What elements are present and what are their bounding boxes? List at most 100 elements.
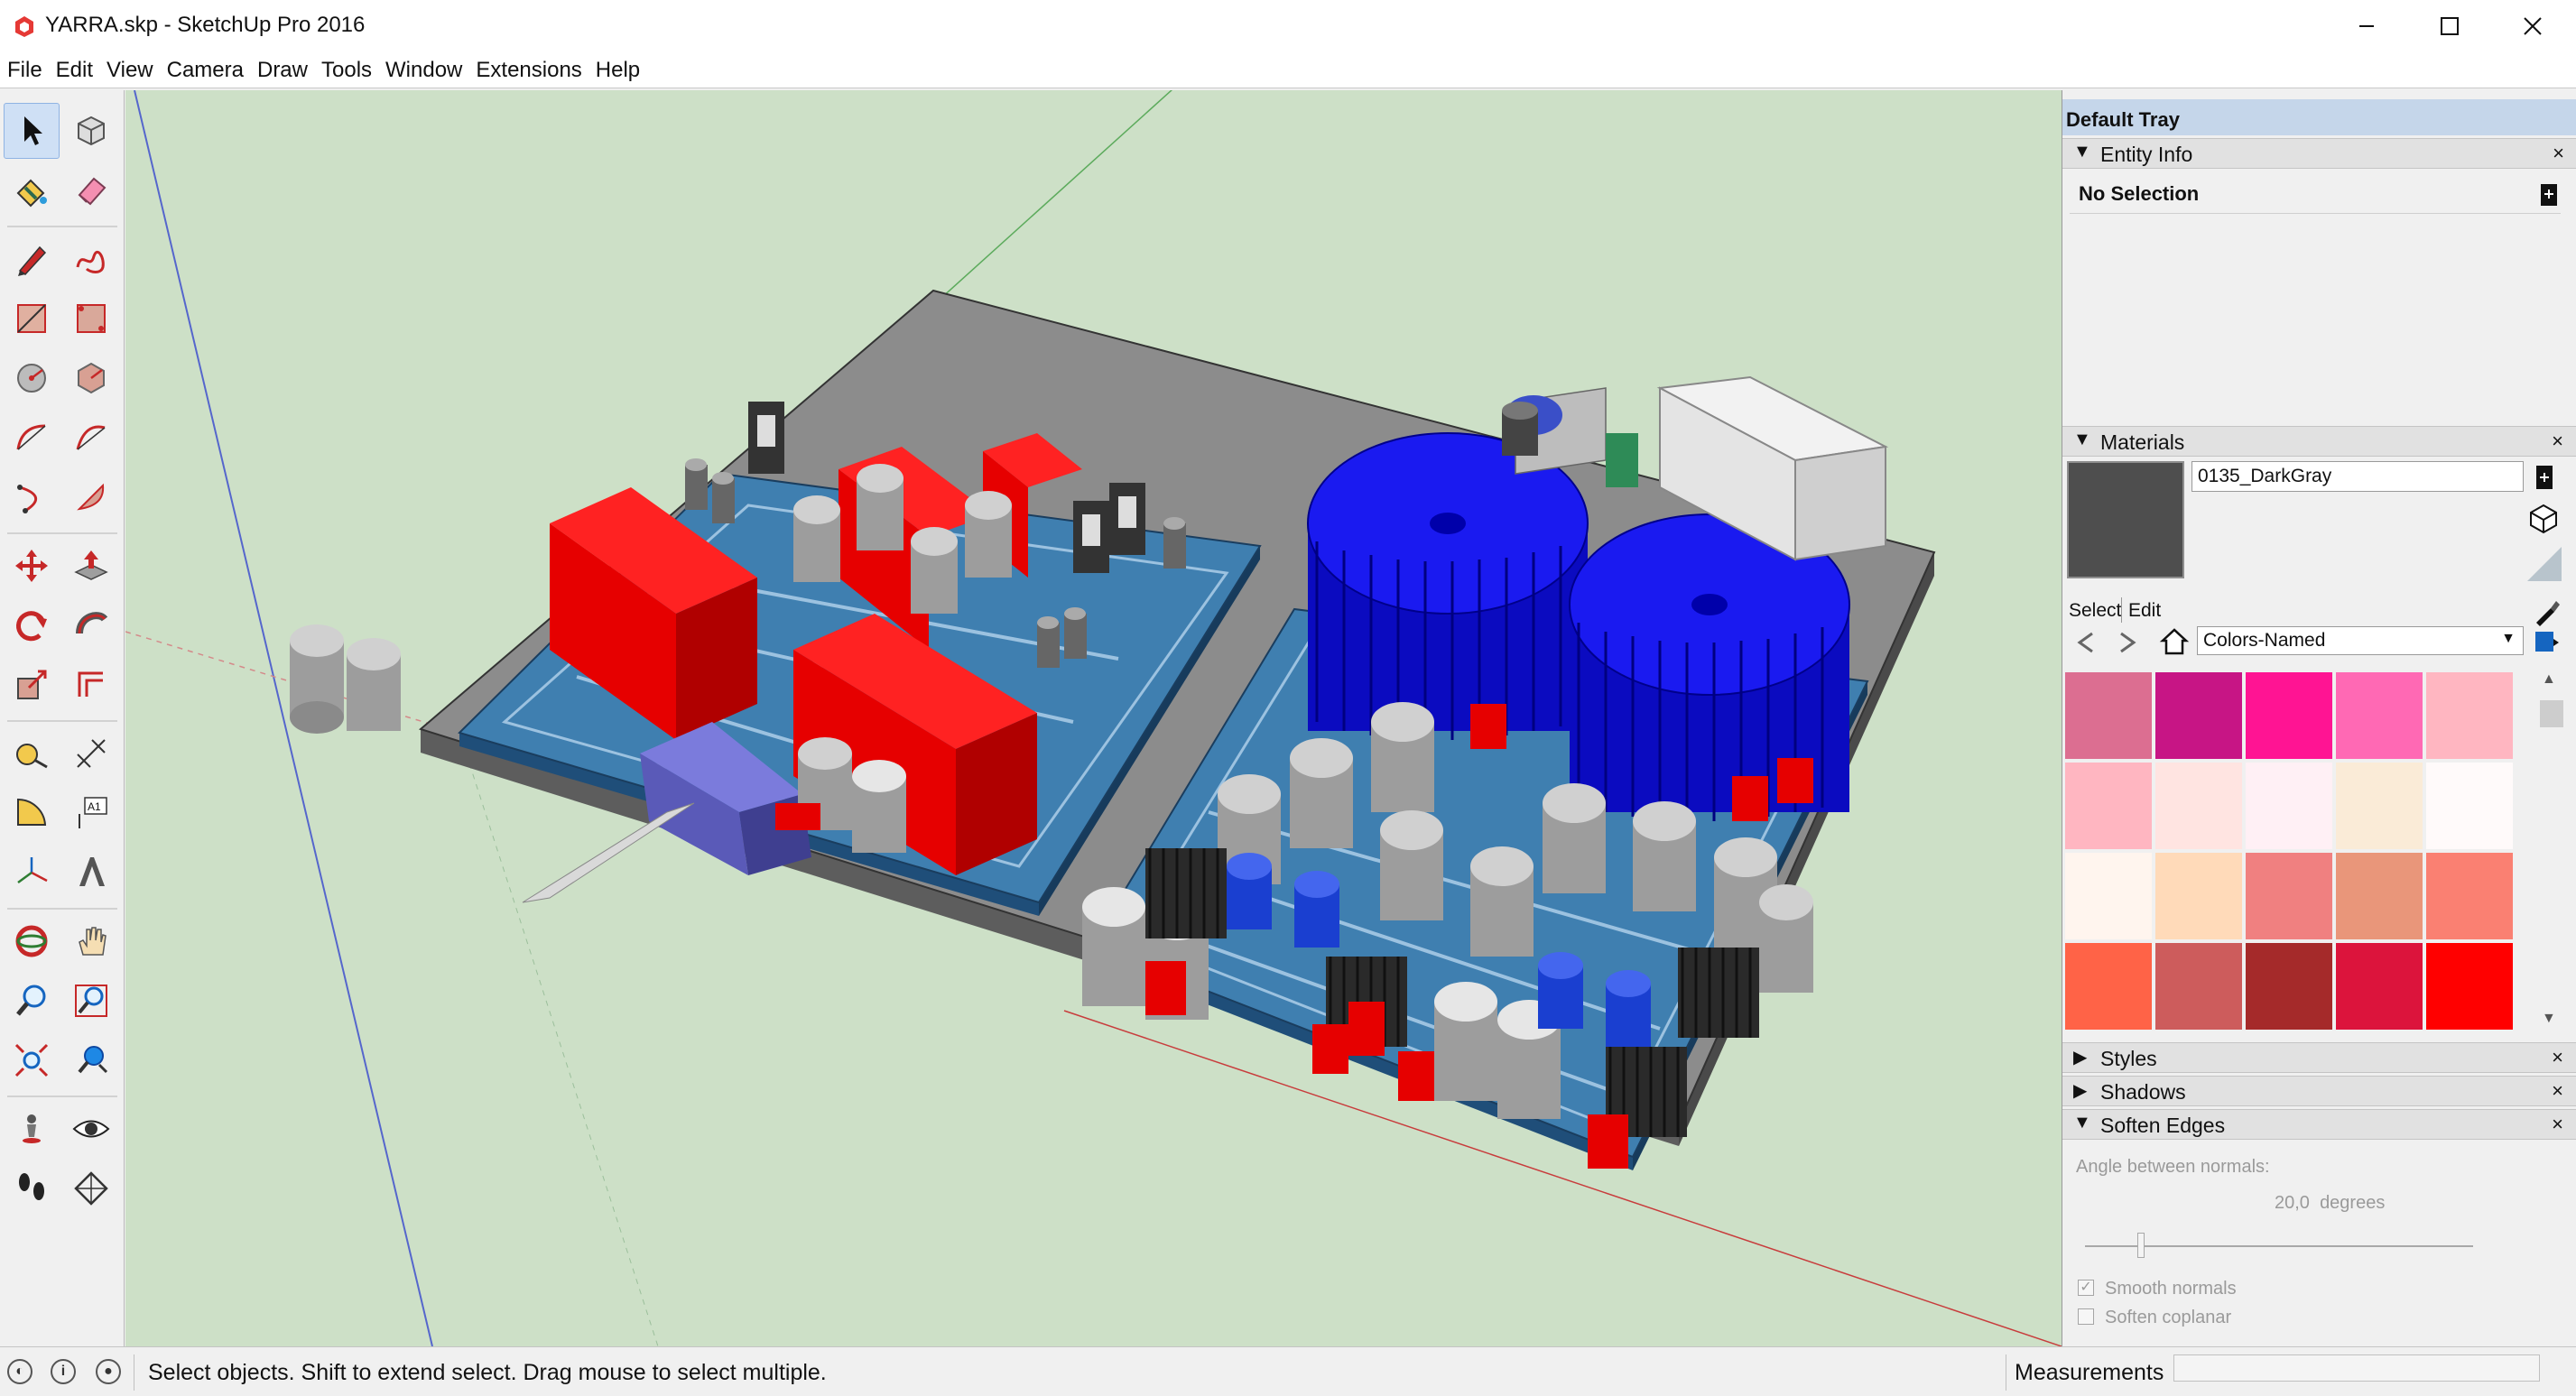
select-tool[interactable] [4, 103, 60, 159]
create-material-icon[interactable] [2534, 464, 2554, 491]
close-panel-icon[interactable]: × [2552, 1079, 2563, 1103]
maximize-button[interactable] [2408, 0, 2491, 52]
soften-edges-header[interactable]: ▼ Soften Edges × [2062, 1109, 2576, 1140]
zoom-window-tool[interactable] [63, 973, 119, 1029]
toggle-details-icon[interactable] [2539, 182, 2559, 208]
color-swatch[interactable] [2065, 672, 2152, 759]
pan-tool[interactable] [63, 913, 119, 969]
close-button[interactable] [2491, 0, 2574, 52]
close-panel-icon[interactable]: × [2552, 430, 2563, 453]
materials-header[interactable]: ▼ Materials × [2062, 426, 2576, 457]
geo-location-icon[interactable]: ◐ [7, 1359, 32, 1384]
color-swatch[interactable] [2426, 763, 2513, 849]
zoom-tool[interactable] [4, 973, 60, 1029]
follow-me-tool[interactable] [63, 597, 119, 653]
color-swatch[interactable] [2246, 672, 2332, 759]
close-panel-icon[interactable]: × [2552, 1113, 2563, 1136]
credits-info-icon[interactable]: i [51, 1359, 76, 1384]
protractor-tool[interactable] [4, 785, 60, 841]
menu-window[interactable]: Window [385, 58, 462, 83]
library-dropdown[interactable]: Colors-Named ▼ [2197, 626, 2524, 655]
color-swatch[interactable] [2065, 853, 2152, 939]
menu-camera[interactable]: Camera [167, 58, 244, 83]
offset-tool[interactable] [63, 657, 119, 713]
material-name-field[interactable]: 0135_DarkGray [2191, 461, 2524, 492]
close-panel-icon[interactable]: × [2553, 142, 2564, 165]
color-swatch[interactable] [2065, 943, 2152, 1030]
model-viewport[interactable] [125, 90, 2062, 1346]
make-component-tool[interactable] [63, 103, 119, 159]
smooth-normals-checkbox[interactable]: ✓ [2078, 1280, 2094, 1296]
menu-draw[interactable]: Draw [257, 58, 308, 83]
three-point-arc-tool[interactable] [4, 469, 60, 525]
color-swatch[interactable] [2065, 763, 2152, 849]
color-swatch[interactable] [2426, 943, 2513, 1030]
freehand-tool[interactable] [63, 231, 119, 287]
close-panel-icon[interactable]: × [2552, 1046, 2563, 1069]
eyedropper-icon[interactable] [2531, 596, 2562, 626]
home-icon[interactable] [2159, 626, 2190, 657]
color-swatch[interactable] [2336, 763, 2423, 849]
color-swatch[interactable] [2336, 853, 2423, 939]
measurements-input[interactable] [2173, 1354, 2540, 1382]
menu-file[interactable]: File [7, 58, 42, 83]
position-camera-tool[interactable] [4, 1101, 60, 1157]
color-swatch[interactable] [2155, 763, 2242, 849]
menu-extensions[interactable]: Extensions [476, 58, 581, 83]
paint-bucket-tool[interactable] [4, 162, 60, 218]
tape-measure-tool[interactable] [4, 726, 60, 781]
dimension-tool[interactable] [63, 726, 119, 781]
shadows-header[interactable]: ▶ Shadows × [2062, 1076, 2576, 1106]
color-swatch[interactable] [2336, 672, 2423, 759]
two-point-arc-tool[interactable] [63, 410, 119, 466]
3d-text-tool[interactable] [63, 845, 119, 901]
material-box-icon[interactable] [2527, 502, 2560, 534]
menu-help[interactable]: Help [596, 58, 640, 83]
rotated-rectangle-tool[interactable] [63, 291, 119, 347]
forward-arrow-icon[interactable] [2116, 630, 2141, 655]
back-arrow-icon[interactable] [2072, 630, 2098, 655]
color-swatch[interactable] [2426, 853, 2513, 939]
color-swatch[interactable] [2246, 853, 2332, 939]
color-swatch[interactable] [2155, 672, 2242, 759]
scroll-thumb[interactable] [2540, 700, 2563, 727]
orbit-tool[interactable] [4, 913, 60, 969]
color-swatch[interactable] [2155, 943, 2242, 1030]
text-tool[interactable]: A1 [63, 785, 119, 841]
swatch-scrollbar[interactable]: ▲ ▼ [2538, 670, 2565, 1031]
minimize-button[interactable] [2325, 0, 2408, 52]
styles-header[interactable]: ▶ Styles × [2062, 1042, 2576, 1073]
tab-edit[interactable]: Edit [2128, 600, 2161, 622]
previous-view-tool[interactable] [63, 1032, 119, 1088]
tab-select[interactable]: Select [2069, 600, 2121, 622]
circle-tool[interactable] [4, 350, 60, 406]
pie-tool[interactable] [63, 469, 119, 525]
color-swatch[interactable] [2336, 943, 2423, 1030]
entity-info-header[interactable]: ▼ Entity Info × [2062, 138, 2576, 169]
polygon-tool[interactable] [63, 350, 119, 406]
scroll-up-icon[interactable]: ▲ [2542, 671, 2556, 688]
color-swatch[interactable] [2246, 943, 2332, 1030]
menu-tools[interactable]: Tools [321, 58, 372, 83]
arc-tool[interactable] [4, 410, 60, 466]
scroll-down-icon[interactable]: ▼ [2542, 1011, 2556, 1027]
angle-slider-knob[interactable] [2137, 1233, 2145, 1258]
axes-tool[interactable] [4, 845, 60, 901]
zoom-extents-tool[interactable] [4, 1032, 60, 1088]
rectangle-tool[interactable] [4, 291, 60, 347]
push-pull-tool[interactable] [63, 538, 119, 594]
color-swatch[interactable] [2246, 763, 2332, 849]
line-tool[interactable] [4, 231, 60, 287]
eraser-tool[interactable] [63, 162, 119, 218]
color-swatch[interactable] [2155, 853, 2242, 939]
color-swatch[interactable] [2426, 672, 2513, 759]
scale-tool[interactable] [4, 657, 60, 713]
current-material-swatch[interactable] [2067, 461, 2184, 578]
rotate-tool[interactable] [4, 597, 60, 653]
move-tool[interactable] [4, 538, 60, 594]
walk-tool[interactable] [4, 1160, 60, 1216]
menu-view[interactable]: View [107, 58, 153, 83]
user-account-icon[interactable]: ● [96, 1359, 121, 1384]
section-plane-tool[interactable] [63, 1160, 119, 1216]
soften-coplanar-checkbox[interactable] [2078, 1308, 2094, 1325]
